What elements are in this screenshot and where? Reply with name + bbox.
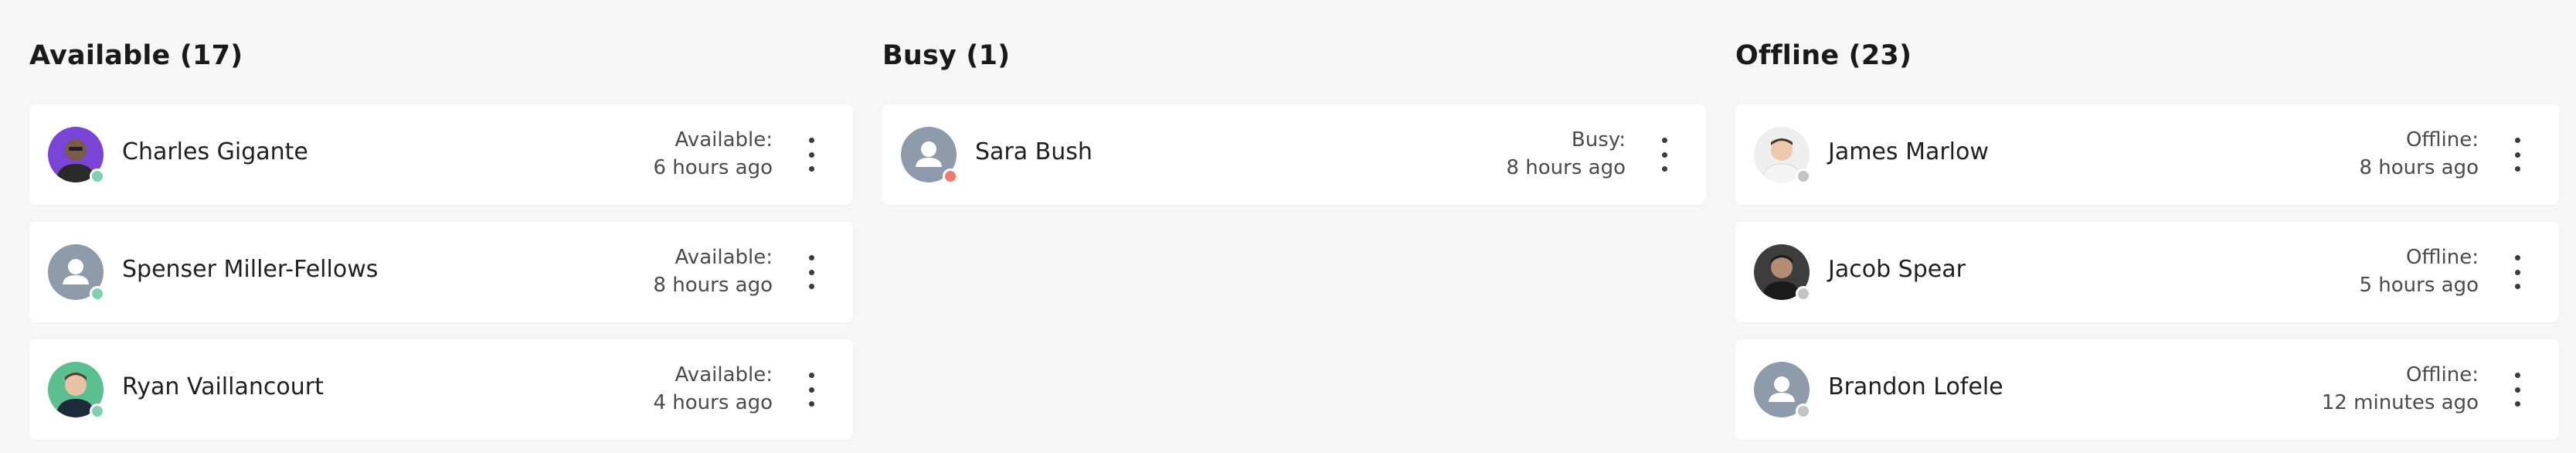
user-name: Charles Gigante bbox=[122, 138, 308, 165]
presence-board: Available (17) Charles Gigante Available… bbox=[0, 0, 2576, 453]
kebab-menu-icon[interactable] bbox=[2510, 373, 2525, 407]
avatar bbox=[1754, 244, 1811, 301]
status-label: Available: bbox=[675, 363, 773, 387]
status-label: Available: bbox=[675, 128, 773, 152]
status-info: Busy: 8 hours ago bbox=[1506, 126, 1626, 182]
status-label: Available: bbox=[675, 246, 773, 269]
avatar bbox=[48, 244, 105, 301]
avatar bbox=[48, 362, 105, 419]
avatar bbox=[901, 127, 958, 184]
user-card[interactable]: James Marlow Offline: 8 hours ago bbox=[1735, 104, 2559, 205]
status-info: Available: 6 hours ago bbox=[653, 126, 773, 182]
user-name: Jacob Spear bbox=[1828, 256, 1966, 283]
avatar bbox=[48, 127, 105, 184]
kebab-menu-icon[interactable] bbox=[804, 373, 819, 407]
status-info: Offline: 12 minutes ago bbox=[2322, 361, 2479, 417]
column-title: Offline (23) bbox=[1735, 40, 1912, 71]
user-name: Ryan Vaillancourt bbox=[122, 373, 324, 400]
user-name: Brandon Lofele bbox=[1828, 373, 2003, 400]
user-card[interactable]: Sara Bush Busy: 8 hours ago bbox=[882, 104, 1706, 205]
kebab-menu-icon[interactable] bbox=[1657, 138, 1672, 172]
status-info: Offline: 5 hours ago bbox=[2359, 244, 2479, 299]
user-card[interactable]: Spenser Miller-Fellows Available: 8 hour… bbox=[29, 222, 853, 322]
user-card[interactable]: Charles Gigante Available: 6 hours ago bbox=[29, 104, 853, 205]
status-dot-offline bbox=[1796, 169, 1811, 184]
status-time: 6 hours ago bbox=[653, 156, 773, 179]
column-title: Available (17) bbox=[29, 40, 243, 71]
status-label: Busy: bbox=[1571, 128, 1626, 152]
user-name: James Marlow bbox=[1828, 138, 1989, 165]
user-card[interactable]: Jacob Spear Offline: 5 hours ago bbox=[1735, 222, 2559, 322]
avatar bbox=[1754, 127, 1811, 184]
status-dot-busy bbox=[943, 169, 958, 184]
avatar bbox=[1754, 362, 1811, 419]
status-time: 4 hours ago bbox=[653, 391, 773, 414]
user-card[interactable]: Brandon Lofele Offline: 12 minutes ago bbox=[1735, 339, 2559, 440]
status-dot-available bbox=[90, 404, 105, 419]
status-dot-available bbox=[90, 169, 105, 184]
kebab-menu-icon[interactable] bbox=[2510, 255, 2525, 289]
status-dot-offline bbox=[1796, 286, 1811, 301]
user-card[interactable]: Ryan Vaillancourt Available: 4 hours ago bbox=[29, 339, 853, 440]
status-time: 12 minutes ago bbox=[2321, 391, 2479, 414]
status-info: Available: 4 hours ago bbox=[653, 361, 773, 417]
status-time: 8 hours ago bbox=[1506, 156, 1626, 179]
status-info: Offline: 8 hours ago bbox=[2359, 126, 2479, 182]
kebab-menu-icon[interactable] bbox=[2510, 138, 2525, 172]
status-label: Offline: bbox=[2405, 363, 2479, 387]
status-dot-available bbox=[90, 286, 105, 301]
status-label: Offline: bbox=[2405, 246, 2479, 269]
status-dot-offline bbox=[1796, 404, 1811, 419]
user-name: Sara Bush bbox=[975, 138, 1093, 165]
column-title: Busy (1) bbox=[882, 40, 1011, 71]
kebab-menu-icon[interactable] bbox=[804, 255, 819, 289]
user-name: Spenser Miller-Fellows bbox=[122, 256, 379, 283]
status-info: Available: 8 hours ago bbox=[653, 244, 773, 299]
status-label: Offline: bbox=[2405, 128, 2479, 152]
kebab-menu-icon[interactable] bbox=[804, 138, 819, 172]
status-time: 8 hours ago bbox=[2359, 156, 2479, 179]
status-time: 5 hours ago bbox=[2359, 274, 2479, 297]
status-time: 8 hours ago bbox=[653, 274, 773, 297]
